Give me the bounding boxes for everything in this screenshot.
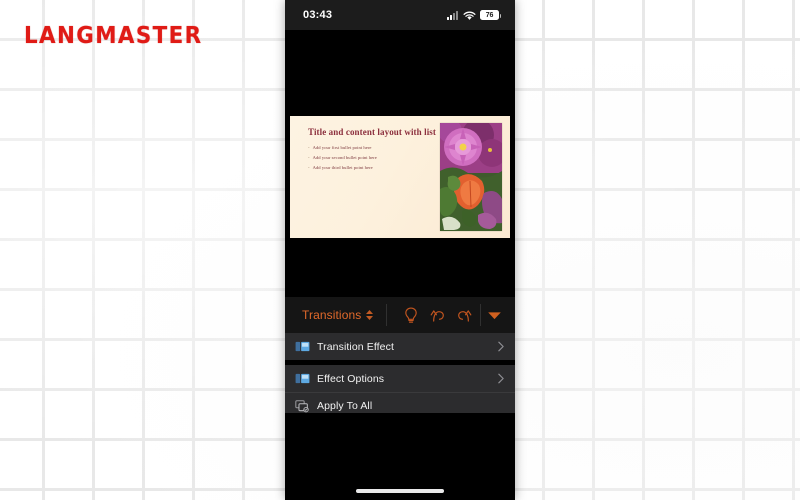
- slide-transition-icon: [295, 339, 310, 354]
- slide-transition-icon: [295, 371, 310, 386]
- chevron-right-icon: [498, 373, 504, 384]
- status-bar: 03:43 76: [285, 0, 515, 30]
- bullet-text: Add your third bullet point here: [312, 165, 373, 171]
- tab-transitions-label: Transitions: [302, 308, 362, 322]
- wifi-icon: [463, 11, 476, 20]
- bullet-marker: -: [308, 155, 310, 161]
- status-time: 03:43: [303, 9, 333, 21]
- slide-stage[interactable]: Title and content layout with list - Add…: [285, 30, 515, 296]
- lightbulb-icon[interactable]: [399, 303, 423, 327]
- tab-transitions[interactable]: Transitions: [285, 297, 386, 333]
- home-indicator[interactable]: [356, 489, 444, 493]
- bullet-text: Add your second bullet point here: [312, 155, 377, 161]
- langmaster-watermark: LANGMASTER: [24, 23, 203, 49]
- battery-level: 76: [485, 11, 494, 19]
- screen-root: LANGMASTER 03:43 76 Title and content la…: [0, 0, 800, 500]
- status-indicators: 76: [447, 10, 501, 20]
- apply-to-all-icon: [295, 399, 310, 414]
- toolbar-buttons: [387, 303, 515, 327]
- menu-item-label: Effect Options: [317, 372, 385, 385]
- slide-bullet-item: - Add your first bullet point here: [308, 145, 438, 150]
- slide-title: Title and content layout with list: [308, 127, 436, 137]
- menu-item-label: Transition Effect: [317, 340, 394, 353]
- ribbon-toolbar: Transitions: [285, 296, 515, 333]
- bullet-text: Add your first bullet point here: [312, 144, 372, 150]
- bullet-marker: -: [308, 144, 310, 150]
- undo-icon[interactable]: [426, 303, 450, 327]
- flower-photo[interactable]: [440, 123, 502, 231]
- toolbar-divider-2: [479, 304, 481, 326]
- phone-screen: 03:43 76 Title and content layout with l…: [285, 0, 515, 500]
- menu-item-label: Apply To All: [317, 400, 373, 412]
- slide-bullet-item: - Add your second bullet point here: [308, 155, 438, 160]
- redo-icon[interactable]: [453, 303, 477, 327]
- cellular-signal-icon: [447, 10, 458, 20]
- chevron-right-icon: [498, 341, 504, 352]
- menu-item-transition-effect[interactable]: Transition Effect: [285, 333, 515, 360]
- bullet-marker: -: [308, 165, 310, 171]
- caret-down-icon[interactable]: [483, 303, 505, 327]
- battery-icon: 76: [480, 10, 501, 20]
- menu-group-2: Effect Options Apply To All: [285, 365, 515, 419]
- phone-bottom-area: [285, 413, 515, 500]
- slide-canvas[interactable]: Title and content layout with list - Add…: [290, 116, 510, 238]
- transitions-menu: Transition Effect Effect Options Apply T…: [285, 333, 515, 419]
- slide-bullet-item: - Add your third bullet point here: [308, 165, 438, 170]
- slide-bullet-list: - Add your first bullet point here - Add…: [308, 145, 438, 171]
- menu-item-effect-options[interactable]: Effect Options: [285, 365, 515, 392]
- chevron-up-down-icon[interactable]: [365, 309, 374, 321]
- menu-group-1: Transition Effect: [285, 333, 515, 360]
